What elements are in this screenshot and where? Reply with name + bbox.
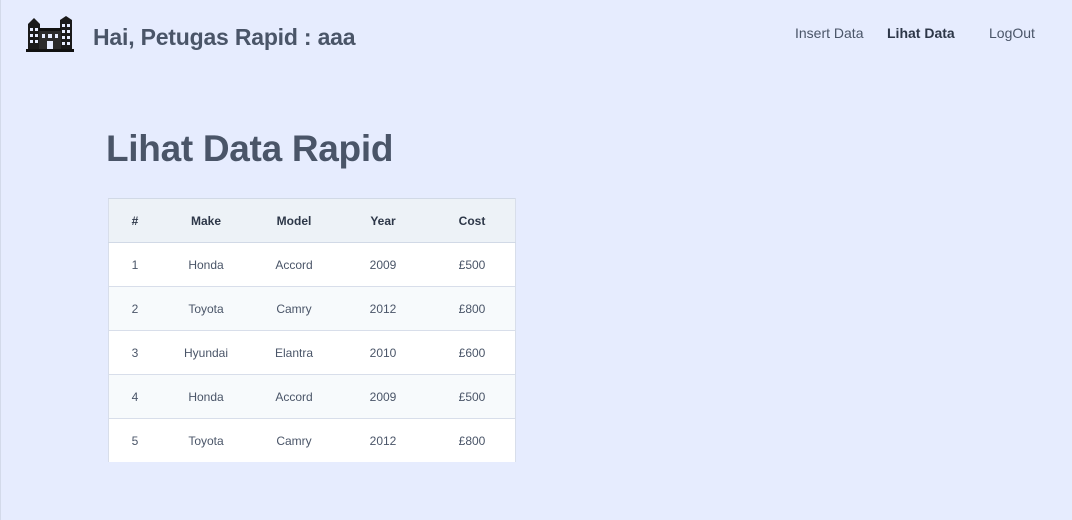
table-row: 1 Honda Accord 2009 £500 [108,242,516,287]
cell-number: 3 [108,330,161,375]
cell-model: Camry [251,418,337,462]
cell-model: Accord [251,242,337,287]
cell-number: 2 [108,286,161,331]
column-header-model: Model [251,198,337,243]
cell-make: Toyota [161,418,251,462]
nav-insert-data[interactable]: Insert Data [795,25,863,41]
cell-model: Camry [251,286,337,331]
cell-year: 2009 [337,242,429,287]
nav-logout[interactable]: LogOut [989,25,1035,41]
nav-lihat-data[interactable]: Lihat Data [887,25,955,41]
cell-year: 2012 [337,286,429,331]
cell-year: 2009 [337,374,429,419]
cell-year: 2010 [337,330,429,375]
page-title: Lihat Data Rapid [106,128,394,169]
cell-cost: £500 [429,242,516,287]
cell-make: Honda [161,242,251,287]
cell-cost: £800 [429,286,516,331]
cell-model: Elantra [251,330,337,375]
building-icon [26,16,74,52]
greeting-text: Hai, Petugas Rapid : aaa [93,24,356,50]
cell-number: 1 [108,242,161,287]
table-row: 2 Toyota Camry 2012 £800 [108,286,516,331]
top-header: Hai, Petugas Rapid : aaa Insert Data Lih… [0,0,1072,78]
table-row: 4 Honda Accord 2009 £500 [108,374,516,419]
cell-number: 5 [108,418,161,462]
column-header-year: Year [337,198,429,243]
cell-make: Honda [161,374,251,419]
cell-cost: £500 [429,374,516,419]
data-table: # Make Model Year Cost 1 Honda Accord 20… [108,198,516,462]
table-header-row: # Make Model Year Cost [108,198,516,243]
page-edge [0,0,1,520]
column-header-make: Make [161,198,251,243]
cell-model: Accord [251,374,337,419]
table-row: 5 Toyota Camry 2012 £800 [108,418,516,462]
table-row: 3 Hyundai Elantra 2010 £600 [108,330,516,375]
cell-number: 4 [108,374,161,419]
cell-cost: £600 [429,330,516,375]
cell-make: Toyota [161,286,251,331]
cell-year: 2012 [337,418,429,462]
column-header-number: # [108,198,161,243]
cell-make: Hyundai [161,330,251,375]
cell-cost: £800 [429,418,516,462]
column-header-cost: Cost [429,198,516,243]
